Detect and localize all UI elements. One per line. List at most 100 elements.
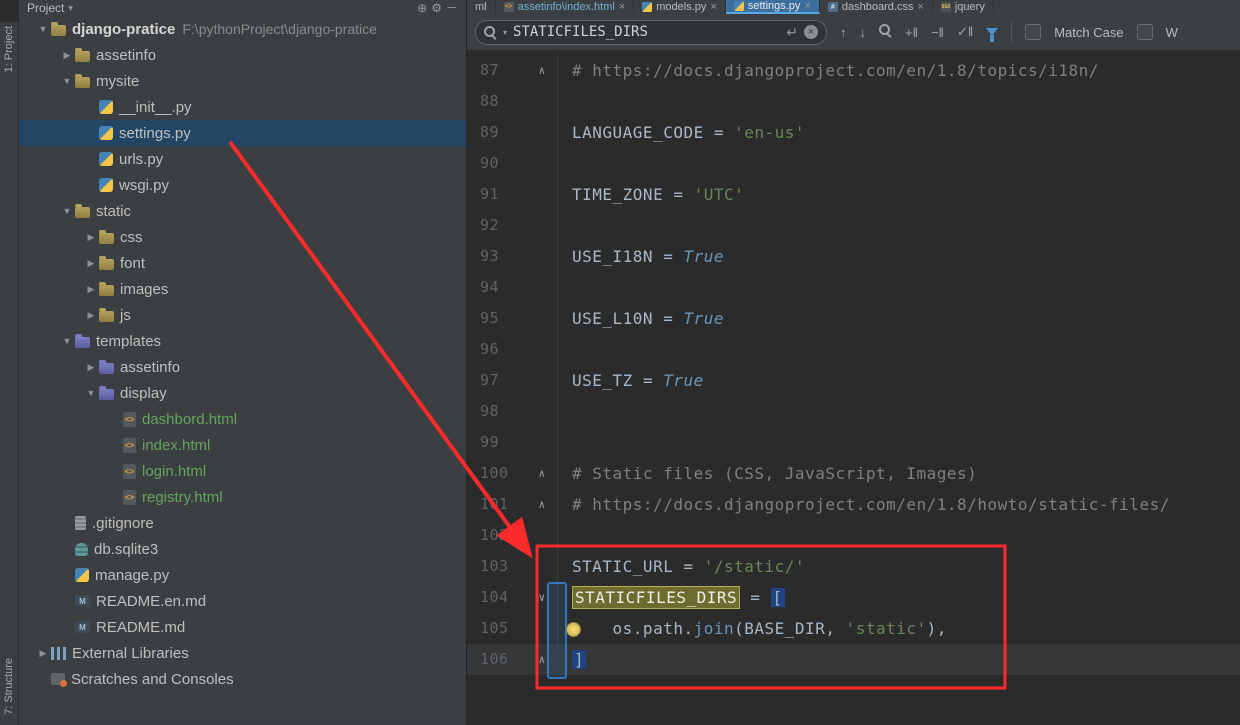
search-query-text[interactable]: STATICFILES_DIRS <box>513 24 648 40</box>
tree-item-registry-html[interactable]: registry.html <box>19 484 466 510</box>
project-panel-title[interactable]: Project <box>27 1 64 15</box>
code-line-93[interactable]: 93 USE_I18N = True <box>467 241 1240 272</box>
chevron-down-icon[interactable]: ▼ <box>59 336 75 346</box>
fold-marker-icon[interactable]: ∧ <box>527 458 558 489</box>
tab-dashboard-css[interactable]: dashboard.css× <box>820 0 933 14</box>
tree-item-readme-md[interactable]: README.md <box>19 614 466 640</box>
tab-assetinfo-index-html[interactable]: assetinfo\index.html × <box>496 0 635 14</box>
tree-item-images[interactable]: ▶ images <box>19 276 466 302</box>
match-case-checkbox[interactable] <box>1025 24 1042 40</box>
code-line-90[interactable]: 90 <box>467 148 1240 179</box>
code-line-99[interactable]: 99 <box>467 427 1240 458</box>
code-line-92[interactable]: 92 <box>467 210 1240 241</box>
code-line-97[interactable]: 97 USE_TZ = True <box>467 365 1240 396</box>
code-line-88[interactable]: 88 <box>467 86 1240 117</box>
tool-window-structure-button[interactable]: 7: Structure <box>3 658 15 715</box>
tree-item-login-html[interactable]: login.html <box>19 458 466 484</box>
tree-item-readme-en-md[interactable]: README.en.md <box>19 588 466 614</box>
tab-settings-py[interactable]: settings.py × <box>725 0 820 14</box>
next-occurrence-icon[interactable]: ↓ <box>860 25 867 40</box>
words-checkbox[interactable] <box>1136 24 1153 40</box>
words-label[interactable]: W <box>1166 25 1178 40</box>
tree-item-django-pratice[interactable]: ▼ django-pratice F:\pythonProject\django-p… <box>19 16 466 42</box>
code-line-98[interactable]: 98 <box>467 396 1240 427</box>
code-line-95[interactable]: 95 USE_L10N = True <box>467 303 1240 334</box>
code-line-100[interactable]: 100 ∧ # Static files (CSS, JavaScript, Ima… <box>467 458 1240 489</box>
tab-models-py[interactable]: models.py × <box>634 0 726 14</box>
chevron-right-icon[interactable]: ▶ <box>35 648 51 659</box>
tree-item-assetinfo[interactable]: ▶ assetinfo <box>19 354 466 380</box>
remove-occurrence-icon[interactable]: −‖ <box>931 25 944 40</box>
tree-item-js[interactable]: ▶ js <box>19 302 466 328</box>
chevron-right-icon[interactable]: ▶ <box>83 284 99 295</box>
chevron-right-icon[interactable]: ▶ <box>83 310 99 321</box>
previous-occurrence-icon[interactable]: ↑ <box>840 25 847 40</box>
select-all-occurrences-icon[interactable]: ✓‖ <box>957 24 973 40</box>
close-tab-icon[interactable]: × <box>619 1 625 13</box>
code-line-104[interactable]: 104 ∨ STATICFILES_DIRS = [ <box>467 582 1240 613</box>
close-tab-icon[interactable]: × <box>804 0 810 12</box>
tree-item-templates[interactable]: ▼ templates <box>19 328 466 354</box>
tree-item-external-libraries[interactable]: ▶ External Libraries <box>19 640 466 666</box>
tree-item-dashbord-html[interactable]: dashbord.html <box>19 406 466 432</box>
close-search-icon[interactable]: × <box>804 25 818 39</box>
chevron-right-icon[interactable]: ▶ <box>59 50 75 61</box>
code-line-94[interactable]: 94 <box>467 272 1240 303</box>
hide-panel-icon[interactable]: － <box>446 2 458 14</box>
token-brace: ] <box>572 650 587 669</box>
chevron-down-icon[interactable]: ▼ <box>59 206 75 216</box>
chevron-down-icon[interactable]: ▼ <box>35 24 51 34</box>
code-line-103[interactable]: 103 STATIC_URL = '/static/' <box>467 551 1240 582</box>
tree-item-urls-py[interactable]: urls.py <box>19 146 466 172</box>
code-line-91[interactable]: 91 TIME_ZONE = 'UTC' <box>467 179 1240 210</box>
tab-jquery[interactable]: jquery <box>933 0 994 14</box>
newline-icon[interactable]: ↵ <box>786 24 798 41</box>
tree-item-scratches-and-consoles[interactable]: Scratches and Consoles <box>19 666 466 692</box>
intention-bulb-icon[interactable] <box>566 622 581 637</box>
code-line-96[interactable]: 96 <box>467 334 1240 365</box>
tree-item-settings-py[interactable]: settings.py <box>19 120 466 146</box>
find-all-icon[interactable] <box>879 24 892 40</box>
code-line-87[interactable]: 87 ∧ # https://docs.djangoproject.com/en/1… <box>467 55 1240 86</box>
token-brace: [ <box>770 588 785 607</box>
tree-item-gitignore[interactable]: .gitignore <box>19 510 466 536</box>
chevron-down-icon[interactable]: ▼ <box>83 388 99 398</box>
tree-item-manage-py[interactable]: manage.py <box>19 562 466 588</box>
close-tab-icon[interactable]: × <box>710 1 716 13</box>
chevron-down-icon[interactable]: ▼ <box>59 76 75 86</box>
chevron-down-icon[interactable]: ▾ <box>68 3 73 14</box>
tree-item-css[interactable]: ▶ css <box>19 224 466 250</box>
code-line-102[interactable]: 102 <box>467 520 1240 551</box>
search-icon[interactable] <box>484 25 497 39</box>
code-line-89[interactable]: 89 LANGUAGE_CODE = 'en-us' <box>467 117 1240 148</box>
code-line-101[interactable]: 101 ∧ # https://docs.djangoproject.com/en/… <box>467 489 1240 520</box>
settings-gear-icon[interactable]: ⚙ <box>431 2 442 14</box>
tree-item-assetinfo[interactable]: ▶ assetinfo <box>19 42 466 68</box>
search-input[interactable]: ▾ STATICFILES_DIRS ↵ × <box>475 19 827 45</box>
fold-marker-icon[interactable]: ∧ <box>527 55 558 86</box>
tree-item-init-py[interactable]: __init__.py <box>19 94 466 120</box>
chevron-right-icon[interactable]: ▶ <box>83 362 99 373</box>
filter-icon[interactable] <box>986 28 999 42</box>
tool-window-project-button[interactable]: 1: Project <box>3 26 15 72</box>
match-case-label[interactable]: Match Case <box>1054 25 1123 40</box>
chevron-right-icon[interactable]: ▶ <box>83 258 99 269</box>
line-number: 96 <box>480 340 500 358</box>
tree-item-font[interactable]: ▶ font <box>19 250 466 276</box>
tree-item-display[interactable]: ▼ display <box>19 380 466 406</box>
tree-item-db-sqlite3[interactable]: db.sqlite3 <box>19 536 466 562</box>
tree-item-index-html[interactable]: index.html <box>19 432 466 458</box>
code-line-105[interactable]: 105 os.path.join(BASE_DIR, 'static'), <box>467 613 1240 644</box>
search-history-chevron-icon[interactable]: ▾ <box>503 28 507 37</box>
tree-item-wsgi-py[interactable]: wsgi.py <box>19 172 466 198</box>
close-tab-icon[interactable]: × <box>917 1 923 13</box>
code-editor[interactable]: 87 ∧ # https://docs.djangoproject.com/en/1… <box>467 51 1240 725</box>
chevron-right-icon[interactable]: ▶ <box>83 232 99 243</box>
locate-icon[interactable]: ⊕ <box>417 2 427 14</box>
tree-item-mysite[interactable]: ▼ mysite <box>19 68 466 94</box>
fold-marker-icon[interactable]: ∧ <box>527 489 558 520</box>
code-line-106[interactable]: 106 ∧] <box>467 644 1240 675</box>
tree-item-static[interactable]: ▼ static <box>19 198 466 224</box>
add-occurrence-icon[interactable]: +‖ <box>905 25 918 40</box>
tab-ml[interactable]: ml <box>467 0 496 14</box>
